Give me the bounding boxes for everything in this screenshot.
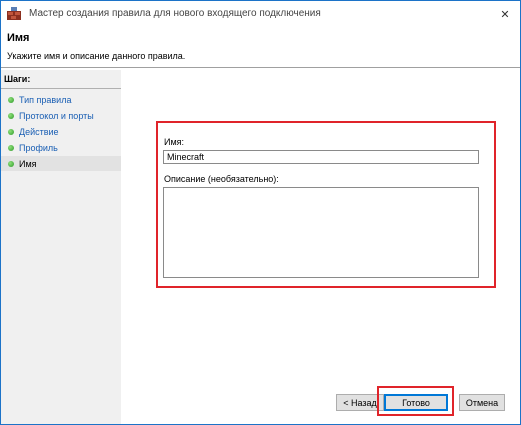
step-protocol-ports[interactable]: Протокол и порты: [1, 108, 121, 123]
steps-title: Шаги:: [4, 74, 31, 84]
step-complete-icon: [8, 128, 14, 135]
step-complete-icon: [8, 144, 14, 151]
header-divider: [1, 67, 520, 68]
step-action[interactable]: Действие: [1, 124, 121, 139]
name-label: Имя:: [164, 137, 185, 147]
window-title: Мастер создания правила для нового входя…: [29, 8, 321, 19]
step-complete-icon: [8, 96, 14, 103]
step-complete-icon: [8, 112, 14, 119]
step-label[interactable]: Протокол и порты: [19, 111, 94, 121]
step-rule-type[interactable]: Тип правила: [1, 92, 121, 107]
steps-sidebar: Шаги: Тип правила Протокол и порты Дейст…: [1, 70, 121, 424]
wizard-window: Мастер создания правила для нового входя…: [0, 0, 521, 425]
title-bar[interactable]: Мастер создания правила для нового входя…: [1, 1, 520, 27]
step-label[interactable]: Действие: [19, 127, 59, 137]
cancel-button[interactable]: Отмена: [459, 394, 505, 411]
step-label[interactable]: Профиль: [19, 143, 58, 153]
step-label: Имя: [19, 158, 37, 169]
step-profile[interactable]: Профиль: [1, 140, 121, 155]
wizard-header: Имя Укажите имя и описание данного прави…: [1, 27, 520, 67]
step-current-icon: [8, 160, 14, 167]
page-title: Имя: [7, 32, 30, 44]
rule-name-input[interactable]: [163, 150, 479, 164]
steps-divider: [1, 88, 121, 89]
description-label: Описание (необязательно):: [164, 174, 279, 184]
step-label[interactable]: Тип правила: [19, 95, 71, 105]
close-button[interactable]: ✕: [490, 1, 520, 27]
firewall-icon: [7, 7, 21, 20]
page-subtitle: Укажите имя и описание данного правила.: [7, 51, 186, 61]
step-name[interactable]: Имя: [1, 156, 121, 171]
finish-highlight-box: [377, 386, 454, 416]
close-icon: ✕: [500, 8, 510, 21]
rule-description-textarea[interactable]: [163, 187, 479, 278]
